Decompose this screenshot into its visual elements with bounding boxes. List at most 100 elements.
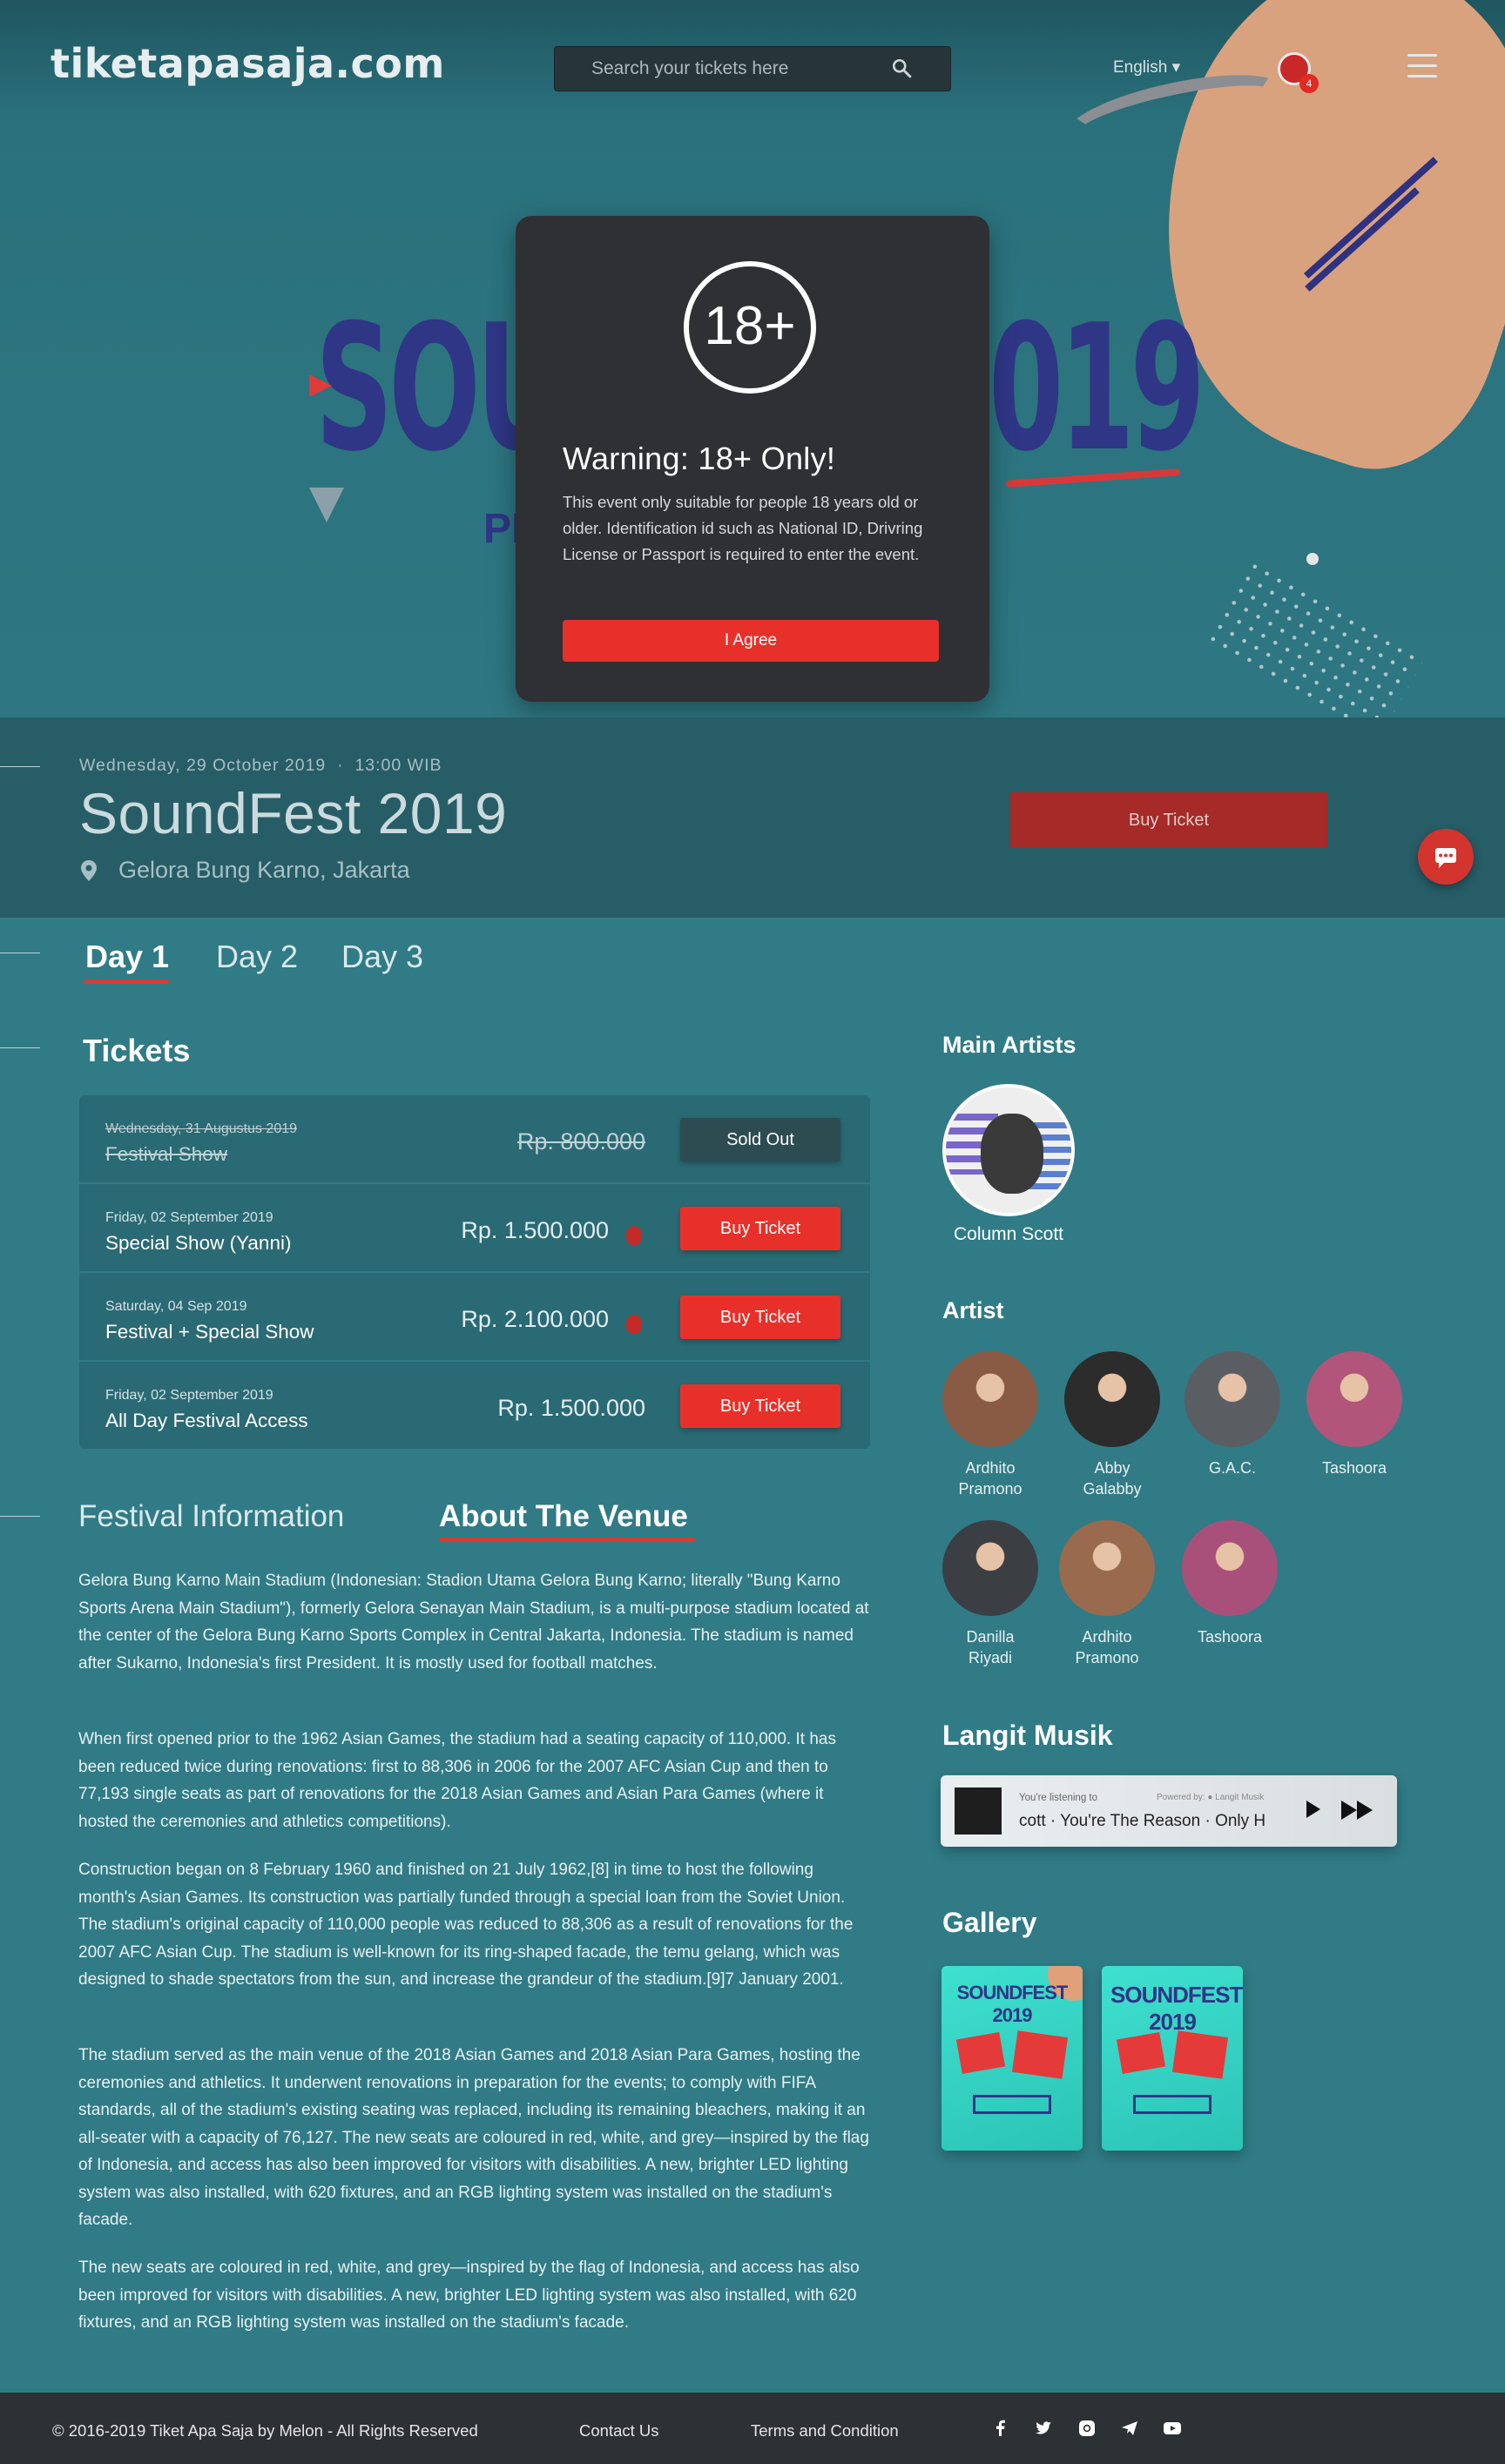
tab-day-3[interactable]: Day 3 <box>341 939 423 975</box>
artist-avatar[interactable] <box>942 1520 1038 1616</box>
ticket-date: Saturday, 04 Sep 2019 <box>105 1299 247 1314</box>
chat-button[interactable] <box>1418 829 1474 885</box>
tab-day-2[interactable]: Day 2 <box>216 939 298 975</box>
artist-avatar[interactable] <box>1064 1351 1160 1447</box>
artist-title: Artist <box>942 1297 1004 1323</box>
ticket-name: Festival + Special Show <box>105 1321 314 1343</box>
age-badge: 18+ <box>684 261 816 394</box>
ticket-row: Saturday, 04 Sep 2019 Festival + Special… <box>79 1273 870 1362</box>
ticket-price: Rp. 800.000 <box>516 1128 645 1155</box>
ticket-name: Special Show (Yanni) <box>105 1232 292 1254</box>
youtube-icon[interactable] <box>1163 2419 1182 2438</box>
modal-body: This event only suitable for people 18 y… <box>563 493 923 563</box>
user-avatar[interactable]: 4 <box>1278 52 1319 93</box>
play-icon[interactable] <box>1306 1801 1320 1818</box>
divider <box>0 766 40 767</box>
fast-forward-icon[interactable] <box>1341 1801 1374 1820</box>
artist-avatar[interactable] <box>1059 1520 1155 1616</box>
tab-festival-information[interactable]: Festival Information <box>78 1499 344 1534</box>
tab-day-1[interactable]: Day 1 <box>85 939 169 975</box>
venue-paragraph: Construction began on 8 February 1960 an… <box>78 1861 854 1989</box>
gallery-image-title: SOUNDFEST 2019 <box>956 1982 1069 2026</box>
ticket-price: Rp. 1.500.000 <box>497 1395 645 1421</box>
powered-by: Powered by: ● Langit Musik <box>1157 1793 1265 1802</box>
sold-out-button: Sold Out <box>680 1118 840 1161</box>
tickets-title: Tickets <box>83 1033 191 1068</box>
event-date: Wednesday, 29 October 2019 · 13:00 WIB <box>79 756 442 775</box>
artist-avatar[interactable] <box>942 1351 1038 1447</box>
footer: © 2016-2019 Tiket Apa Saja by Melon - Al… <box>0 2393 1505 2464</box>
modal-title: Warning: 18+ Only! <box>563 441 836 476</box>
search-icon[interactable] <box>891 57 914 80</box>
tickets-list: Wednesday, 31 Augustus 2019 Festival Sho… <box>79 1095 870 1449</box>
artist-name[interactable]: Tashoora <box>1293 1458 1415 1478</box>
search-input[interactable] <box>555 47 894 91</box>
chat-icon <box>1435 848 1456 868</box>
decor-dots <box>1204 556 1427 717</box>
ticket-date: Friday, 02 September 2019 <box>105 1388 273 1403</box>
ticket-name: All Day Festival Access <box>105 1410 308 1431</box>
twitter-icon[interactable] <box>1034 2419 1053 2438</box>
artist-name[interactable]: Tashoora <box>1169 1626 1291 1647</box>
hot-icon <box>626 1315 642 1334</box>
langit-musik-title: Langit Musik <box>942 1720 1113 1751</box>
divider <box>0 1047 40 1048</box>
ticket-date: Friday, 02 September 2019 <box>105 1210 273 1225</box>
event-location: Gelora Bung Karno, Jakarta <box>118 857 410 883</box>
hero-title-right: 019 <box>989 287 1205 490</box>
venue-paragraph: The new seats are coloured in red, white… <box>78 2259 860 2332</box>
buy-ticket-button[interactable]: Buy Ticket <box>680 1296 840 1339</box>
artist-avatar[interactable] <box>1182 1520 1278 1616</box>
listening-label: You're listening to <box>1019 1793 1098 1803</box>
menu-icon[interactable] <box>1407 54 1437 80</box>
gallery-image[interactable]: SOUNDFEST 2019 <box>941 1966 1083 2151</box>
gallery-image-title: SOUNDFEST 2019 <box>1110 1982 1243 2035</box>
artist-name[interactable]: Ardhito Pramono <box>1046 1626 1168 1668</box>
ticket-price: Rp. 1.500.000 <box>461 1217 609 1243</box>
telegram-icon[interactable] <box>1120 2419 1139 2438</box>
gallery-title: Gallery <box>942 1907 1037 1938</box>
divider <box>0 1516 40 1517</box>
agree-button[interactable]: I Agree <box>563 620 939 662</box>
age-warning-modal: 18+ Warning: 18+ Only! This event only s… <box>516 216 989 702</box>
active-tab-indicator <box>439 1538 695 1542</box>
ticket-row: Wednesday, 31 Augustus 2019 Festival Sho… <box>79 1095 870 1184</box>
artist-avatar[interactable] <box>1184 1351 1280 1447</box>
artist-name[interactable]: Ardhito Pramono <box>929 1458 1051 1499</box>
gallery-image[interactable]: SOUNDFEST 2019 <box>1102 1966 1243 2151</box>
venue-paragraph: The stadium served as the main venue of … <box>78 2046 869 2229</box>
artist-name[interactable]: Abby Galabby <box>1051 1458 1173 1499</box>
artist-name[interactable]: G.A.C. <box>1171 1458 1293 1478</box>
buy-ticket-button[interactable]: Buy Ticket <box>680 1384 840 1428</box>
ticket-name: Festival Show <box>105 1143 228 1165</box>
terms-link[interactable]: Terms and Condition <box>751 2421 899 2440</box>
ticket-price: Rp. 2.100.000 <box>461 1306 609 1332</box>
site-logo[interactable]: tiketapasaja.com <box>51 40 445 87</box>
language-select[interactable]: English ▾ <box>1113 57 1180 77</box>
notification-badge: 4 <box>1299 74 1319 93</box>
main-artists-title: Main Artists <box>942 1032 1076 1058</box>
song-title: cott · You're The Reason · Only H <box>1019 1812 1266 1830</box>
main-artist-name[interactable]: Column Scott <box>942 1224 1075 1245</box>
location-pin-icon <box>81 860 97 881</box>
ticket-row: Friday, 02 September 2019 Special Show (… <box>79 1184 870 1273</box>
music-player: You're listening to Powered by: ● Langit… <box>941 1775 1397 1847</box>
instagram-icon[interactable] <box>1077 2419 1097 2438</box>
venue-paragraph: Gelora Bung Karno Main Stadium (Indonesi… <box>78 1572 869 1673</box>
search-bar[interactable] <box>554 46 951 91</box>
venue-paragraph: When first opened prior to the 1962 Asia… <box>78 1730 836 1831</box>
ticket-row: Friday, 02 September 2019 All Day Festiv… <box>79 1362 870 1449</box>
buy-ticket-button[interactable]: Buy Ticket <box>680 1207 840 1250</box>
facebook-icon[interactable] <box>991 2419 1010 2438</box>
contact-link[interactable]: Contact Us <box>579 2421 659 2440</box>
tab-about-venue[interactable]: About The Venue <box>439 1499 688 1534</box>
artist-avatar[interactable] <box>1306 1351 1402 1447</box>
album-cover <box>955 1787 1002 1835</box>
artist-name[interactable]: Danilla Riyadi <box>929 1626 1051 1668</box>
main-artist-avatar[interactable] <box>942 1084 1075 1216</box>
ticket-date: Wednesday, 31 Augustus 2019 <box>105 1121 298 1136</box>
event-title: SoundFest 2019 <box>79 781 508 845</box>
buy-ticket-button[interactable]: Buy Ticket <box>1010 792 1327 848</box>
hot-icon <box>626 1226 642 1245</box>
decor-dot <box>1306 553 1319 565</box>
